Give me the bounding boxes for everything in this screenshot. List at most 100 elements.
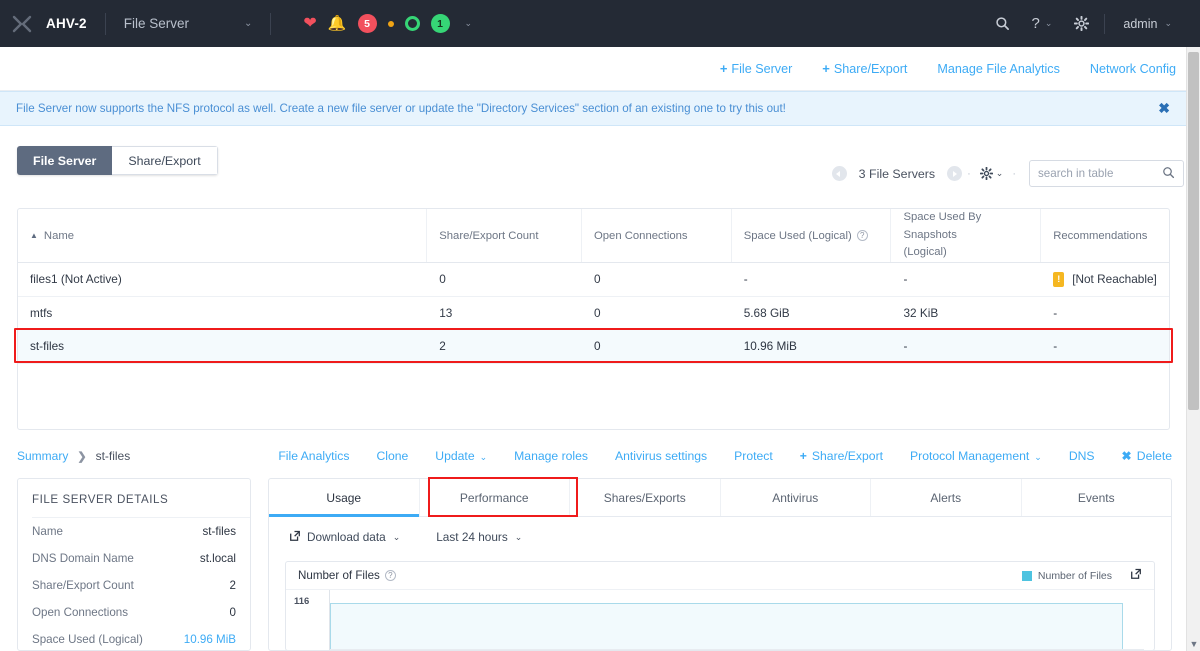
label: Share/Export [833,62,908,76]
cell-open-connections: 0 [593,305,601,320]
tab-file-server[interactable]: File Server [17,146,113,175]
top-navigation-bar: AHV-2 File Server ⌄ ❤ 🔔 5 1 ⌄ ? ⌄ admin … [0,0,1186,47]
context-selector-label[interactable]: File Server [124,16,189,31]
table-row[interactable]: st-files 2 0 10.96 MiB - - [18,330,1169,364]
create-share-export-link[interactable]: + Share/Export [822,61,907,76]
help-glyph: ? [1031,15,1040,32]
detail-value-link[interactable]: 10.96 MiB [184,633,236,646]
chart-title: Number of Files [298,569,380,582]
label: Last 24 hours [436,530,508,544]
chart-controls: Download data ⌄ Last 24 hours ⌄ [269,517,1171,557]
column-header-space-used-snapshots[interactable]: Space Used By Snapshots (Logical) [891,209,1042,262]
download-data-button[interactable]: Download data ⌄ [289,530,400,545]
chevron-down-icon: ⌄ [479,452,488,462]
tab-antivirus[interactable]: Antivirus [721,479,871,516]
tab-usage[interactable]: Usage [269,479,420,517]
panel-title: FILE SERVER DETAILS [32,493,169,506]
network-config-link[interactable]: Network Config [1090,62,1176,76]
chevron-down-icon: ⌄ [1164,18,1172,28]
cell-share-export-count: 2 [439,339,446,354]
chart-plot-area: 116 [286,590,1154,650]
file-analytics-action[interactable]: File Analytics [278,449,349,463]
next-page-icon[interactable] [947,166,963,181]
scrollbar-thumb[interactable] [1188,52,1199,410]
search-icon[interactable] [984,16,1021,31]
warning-icon: ! [1053,271,1065,287]
x-axis-line [330,649,1144,650]
add-share-export-action[interactable]: + Share/Export [800,449,883,463]
chart-header: Number of Files ? Number of Files [286,562,1154,590]
prev-page-icon[interactable] [831,166,847,181]
column-header-open-connections[interactable]: Open Connections [582,209,732,262]
manage-roles-action[interactable]: Manage roles [514,449,588,463]
chevron-down-icon[interactable]: ⌄ [465,18,473,29]
status-indicator-group: ❤ 🔔 5 1 ⌄ [303,14,472,33]
detail-row: DNS Domain Name st.local [32,545,236,572]
breadcrumb-separator-icon: ❯ [77,450,87,463]
summary-action-bar: Summary ❯ st-files File Analytics Clone … [17,443,1172,469]
clone-action[interactable]: Clone [376,449,408,463]
breadcrumb-summary-link[interactable]: Summary [17,449,68,463]
close-icon[interactable]: ✖ [1158,100,1170,117]
search-icon[interactable] [1162,166,1175,182]
scroll-down-arrow-icon[interactable]: ▼ [1187,639,1200,649]
table-row[interactable]: mtfs 13 0 5.68 GiB 32 KiB - [18,297,1169,330]
delete-action[interactable]: ✖ Delete [1122,449,1172,463]
divider [1104,13,1106,34]
detail-label: Name [32,525,63,538]
number-of-files-chart: Number of Files ? Number of Files 116 [285,561,1155,650]
tab-share-export[interactable]: Share/Export [112,146,218,175]
cell-space-used: - [743,272,748,287]
table-search[interactable] [1029,160,1184,187]
column-header-share-export-count[interactable]: Share/Export Count [427,209,582,262]
breadcrumb-current: st-files [95,449,131,463]
chevron-down-icon[interactable]: ⌄ [244,18,252,29]
cell-open-connections: 0 [593,339,601,354]
update-action[interactable]: Update ⌄ [435,449,487,463]
column-header-space-used[interactable]: Space Used (Logical) ? [732,209,892,262]
cell-snapshots: 32 KiB [903,305,939,320]
topbar-right-pad [1186,0,1200,47]
tab-alerts[interactable]: Alerts [871,479,1022,516]
vertical-scrollbar[interactable]: ▼ [1186,47,1200,651]
user-menu[interactable]: admin ⌄ [1109,17,1172,31]
tab-events[interactable]: Events [1022,479,1172,516]
column-header-recommendations[interactable]: Recommendations [1041,209,1169,262]
tab-performance[interactable]: Performance [420,479,570,516]
detail-value: 2 [229,579,236,592]
gear-icon[interactable] [1063,16,1100,31]
cell-name: st-files [30,339,65,354]
column-header-name[interactable]: ▲ Name [18,209,428,262]
label: Share/Export [811,449,884,463]
table-toolbar: 3 File Servers · ⌄ · [831,160,1184,187]
help-icon[interactable]: ? ⌄ [1021,15,1064,32]
chevron-down-icon: ⌄ [995,168,1004,178]
detail-row: Open Connections 0 [32,599,236,626]
top-right-icon-group: ? ⌄ admin ⌄ [984,13,1172,34]
dns-action[interactable]: DNS [1069,449,1095,463]
divider [270,12,272,35]
search-input[interactable] [1038,167,1162,180]
task-count-badge[interactable]: 1 [430,14,450,33]
manage-file-analytics-link[interactable]: Manage File Analytics [937,62,1060,76]
help-icon[interactable]: ? [384,570,396,581]
create-file-server-link[interactable]: + File Server [720,61,792,76]
table-settings-gear-icon[interactable]: ⌄ [979,167,1004,180]
antivirus-settings-action[interactable]: Antivirus settings [615,449,707,463]
nutanix-x-icon[interactable] [0,13,44,35]
time-range-selector[interactable]: Last 24 hours ⌄ [436,530,522,544]
green-ring-icon[interactable] [404,16,420,31]
chart-legend: Number of Files [1021,570,1112,582]
tab-shares-exports[interactable]: Shares/Exports [570,479,721,516]
alert-count-badge[interactable]: 5 [357,14,377,33]
popout-icon[interactable] [1130,568,1142,583]
protocol-management-action[interactable]: Protocol Management ⌄ [910,449,1042,463]
legend-swatch [1021,570,1032,581]
detail-tabs: Usage Performance Shares/Exports Antivir… [269,479,1171,517]
help-icon[interactable]: ? [856,230,868,241]
detail-label: Space Used (Logical) [32,633,143,646]
heart-pulse-icon[interactable]: ❤ [303,15,316,32]
bell-icon[interactable]: 🔔 [328,16,347,31]
protect-action[interactable]: Protect [734,449,773,463]
table-row[interactable]: files1 (Not Active) 0 0 - - ! [Not Reach… [18,263,1169,297]
